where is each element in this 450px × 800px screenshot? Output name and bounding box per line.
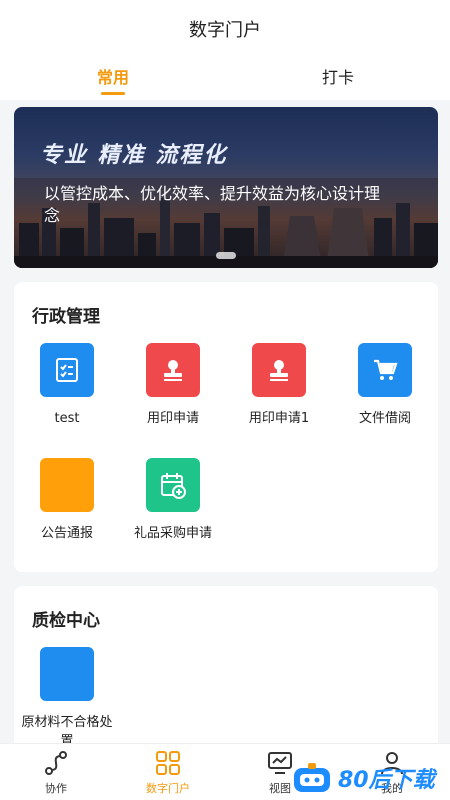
app-label: 公告通报 — [40, 526, 93, 541]
section-title: 行政管理 — [32, 307, 100, 327]
watermark-text: 80后下载 — [338, 768, 435, 793]
stamp-icon — [146, 343, 200, 397]
tab-bar: 常用 打卡 — [0, 64, 450, 100]
site-watermark: 80后下载 — [290, 760, 450, 800]
section-title: 质检中心 — [32, 611, 100, 631]
nav-collaborate[interactable]: 协作 — [0, 748, 112, 796]
app-seal-request-1[interactable]: 用印申请1 — [226, 343, 332, 428]
app-label: 用印申请1 — [248, 411, 310, 426]
carousel-indicator[interactable] — [216, 252, 236, 259]
nav-label: 数字门户 — [146, 782, 190, 795]
active-tab-indicator — [101, 92, 125, 95]
section-quality: 质检中心 原材料不合格处置 — [14, 586, 438, 756]
app-label: 用印申请 — [146, 411, 199, 426]
section-admin: 行政管理 test 用印申请 用印申请1 文件借阅 公告通报 礼品采购申请 — [14, 282, 438, 572]
nav-digital-portal[interactable]: 数字门户 — [112, 748, 224, 796]
tab-clock-in[interactable]: 打卡 — [278, 64, 398, 88]
header: 数字门户 常用 打卡 — [0, 0, 450, 100]
app-file-borrow[interactable]: 文件借阅 — [332, 343, 438, 428]
app-seal-request[interactable]: 用印申请 — [120, 343, 226, 428]
app-label: 文件借阅 — [358, 411, 411, 426]
grid-icon — [112, 748, 224, 778]
app-label: test — [54, 411, 80, 426]
app-label: 礼品采购申请 — [133, 526, 212, 541]
app-gift-purchase[interactable]: 礼品采购申请 — [120, 458, 226, 543]
promo-banner[interactable]: 专业 精准 流程化 以管控成本、优化效率、提升效益为核心设计理念 — [14, 107, 438, 268]
calendar-add-icon — [146, 458, 200, 512]
blank-icon — [40, 647, 94, 701]
robot-logo-icon — [294, 763, 330, 792]
app-material-nonconformance[interactable]: 原材料不合格处置 — [14, 647, 120, 751]
blank-icon — [40, 458, 94, 512]
banner-slogan: 专业 精准 流程化 — [40, 143, 228, 168]
nav-label: 协作 — [45, 782, 67, 795]
flow-icon — [0, 748, 112, 778]
cart-icon — [358, 343, 412, 397]
tab-common[interactable]: 常用 — [53, 64, 173, 88]
stamp-icon — [252, 343, 306, 397]
app-announcement[interactable]: 公告通报 — [14, 458, 120, 543]
banner-subtitle: 以管控成本、优化效率、提升效益为核心设计理念 — [44, 184, 381, 225]
app-test[interactable]: test — [14, 343, 120, 428]
page-title: 数字门户 — [189, 20, 261, 41]
checklist-icon — [40, 343, 94, 397]
